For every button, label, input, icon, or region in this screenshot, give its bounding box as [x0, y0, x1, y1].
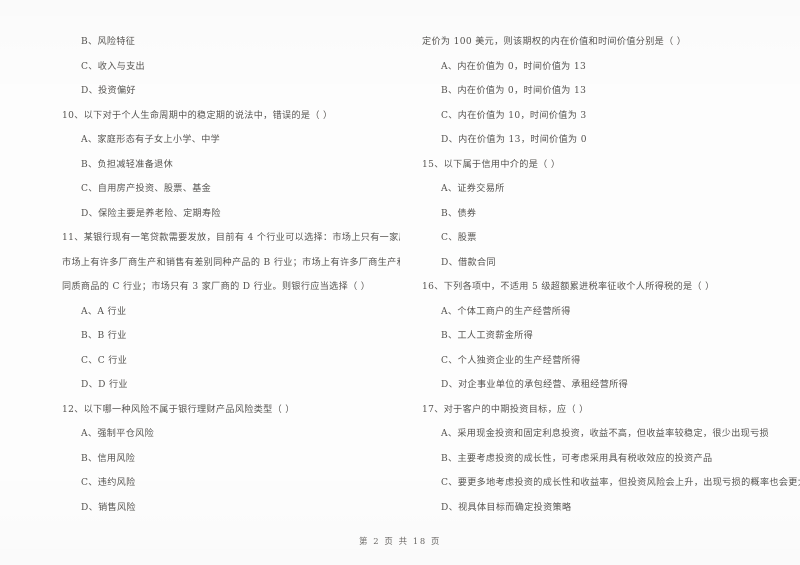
exam-page: B、风险特征 C、收入与支出 D、投资偏好 10、以下对于个人生命周期中的稳定期的说法… — [0, 0, 800, 565]
answer-option[interactable]: D、借款合同 — [422, 251, 800, 276]
answer-option[interactable]: D、视具体目标而确定投资策略 — [422, 496, 800, 521]
answer-option[interactable]: D、保险主要是养老险、定期寿险 — [62, 202, 400, 227]
answer-option[interactable]: D、内在价值为 13，时间价值为 0 — [422, 128, 800, 153]
answer-option[interactable]: A、A 行业 — [62, 300, 400, 325]
question-stem: 17、对于客户的中期投资目标，应（ ） — [422, 404, 589, 415]
answer-option[interactable]: A、家庭形态有子女上小学、中学 — [62, 128, 400, 153]
answer-option[interactable]: B、工人工资薪金所得 — [422, 324, 800, 349]
question-stem: 16、下列各项中，不适用 5 级超额累进税率征收个人所得税的是（ ） — [422, 282, 715, 292]
right-column: 定价为 100 美元，则该期权的内在价值和时间价值分别是（ ） A、内在价值为 0… — [400, 30, 800, 520]
answer-option[interactable]: D、销售风险 — [62, 496, 400, 521]
answer-option[interactable]: B、风险特征 — [62, 30, 400, 55]
answer-option[interactable]: D、D 行业 — [62, 373, 400, 398]
answer-option[interactable]: B、内在价值为 0，时间价值为 13 — [422, 79, 800, 104]
answer-option[interactable]: D、投资偏好 — [62, 79, 400, 104]
question-stem: 12、以下哪一种风险不属于银行理财产品风险类型（ ） — [62, 404, 295, 415]
answer-option[interactable]: C、要更多地考虑投资的成长性和收益率，但投资风险会上升，出现亏损的概率也会更大 — [422, 471, 800, 496]
answer-option[interactable]: B、债券 — [422, 202, 800, 227]
question-stem-continuation: 市场上有许多厂商生产和销售有差别同种产品的 B 行业；市场上有许多厂商生产和销售… — [62, 257, 400, 268]
answer-option[interactable]: A、个体工商户的生产经营所得 — [422, 300, 800, 325]
answer-option[interactable]: B、B 行业 — [62, 324, 400, 349]
answer-option[interactable]: B、主要考虑投资的成长性，可考虑采用具有税收效应的投资产品 — [422, 447, 800, 472]
answer-option[interactable]: C、违约风险 — [62, 471, 400, 496]
answer-option[interactable]: B、信用风险 — [62, 447, 400, 472]
page-footer: 第 2 页 共 18 页 — [359, 536, 441, 546]
answer-option[interactable]: C、自用房产投资、股票、基金 — [62, 177, 400, 202]
answer-option[interactable]: C、C 行业 — [62, 349, 400, 374]
left-column: B、风险特征 C、收入与支出 D、投资偏好 10、以下对于个人生命周期中的稳定期的说法… — [0, 30, 400, 520]
answer-option[interactable]: C、个人独资企业的生产经营所得 — [422, 349, 800, 374]
question-stem: 10、以下对于个人生命周期中的稳定期的说法中，错误的是（ ） — [62, 110, 333, 121]
answer-option[interactable]: C、收入与支出 — [62, 55, 400, 80]
answer-option[interactable]: C、股票 — [422, 226, 800, 251]
answer-option[interactable]: A、强制平仓风险 — [62, 422, 400, 447]
question-stem-continuation: 定价为 100 美元，则该期权的内在价值和时间价值分别是（ ） — [422, 37, 687, 47]
answer-option[interactable]: A、证券交易所 — [422, 177, 800, 202]
question-stem: 11、某银行现有一笔贷款需要发放，目前有 4 个行业可以选择：市场上只有一家厂商… — [62, 233, 400, 243]
answer-option[interactable]: B、负担减轻准备退休 — [62, 153, 400, 178]
answer-option[interactable]: A、采用现金投资和固定利息投资，收益不高，但收益率较稳定，很少出现亏损 — [422, 422, 800, 447]
question-stem: 15、以下属于信用中介的是（ ） — [422, 159, 561, 170]
question-stem-continuation: 同质商品的 C 行业；市场只有 3 家厂商的 D 行业。则银行应当选择（ ） — [62, 282, 371, 292]
answer-option[interactable]: A、内在价值为 0，时间价值为 13 — [422, 55, 800, 80]
answer-option[interactable]: C、内在价值为 10，时间价值为 3 — [422, 104, 800, 129]
two-column-body: B、风险特征 C、收入与支出 D、投资偏好 10、以下对于个人生命周期中的稳定期的说法… — [0, 30, 800, 520]
answer-option[interactable]: D、对企事业单位的承包经营、承租经营所得 — [422, 373, 800, 398]
